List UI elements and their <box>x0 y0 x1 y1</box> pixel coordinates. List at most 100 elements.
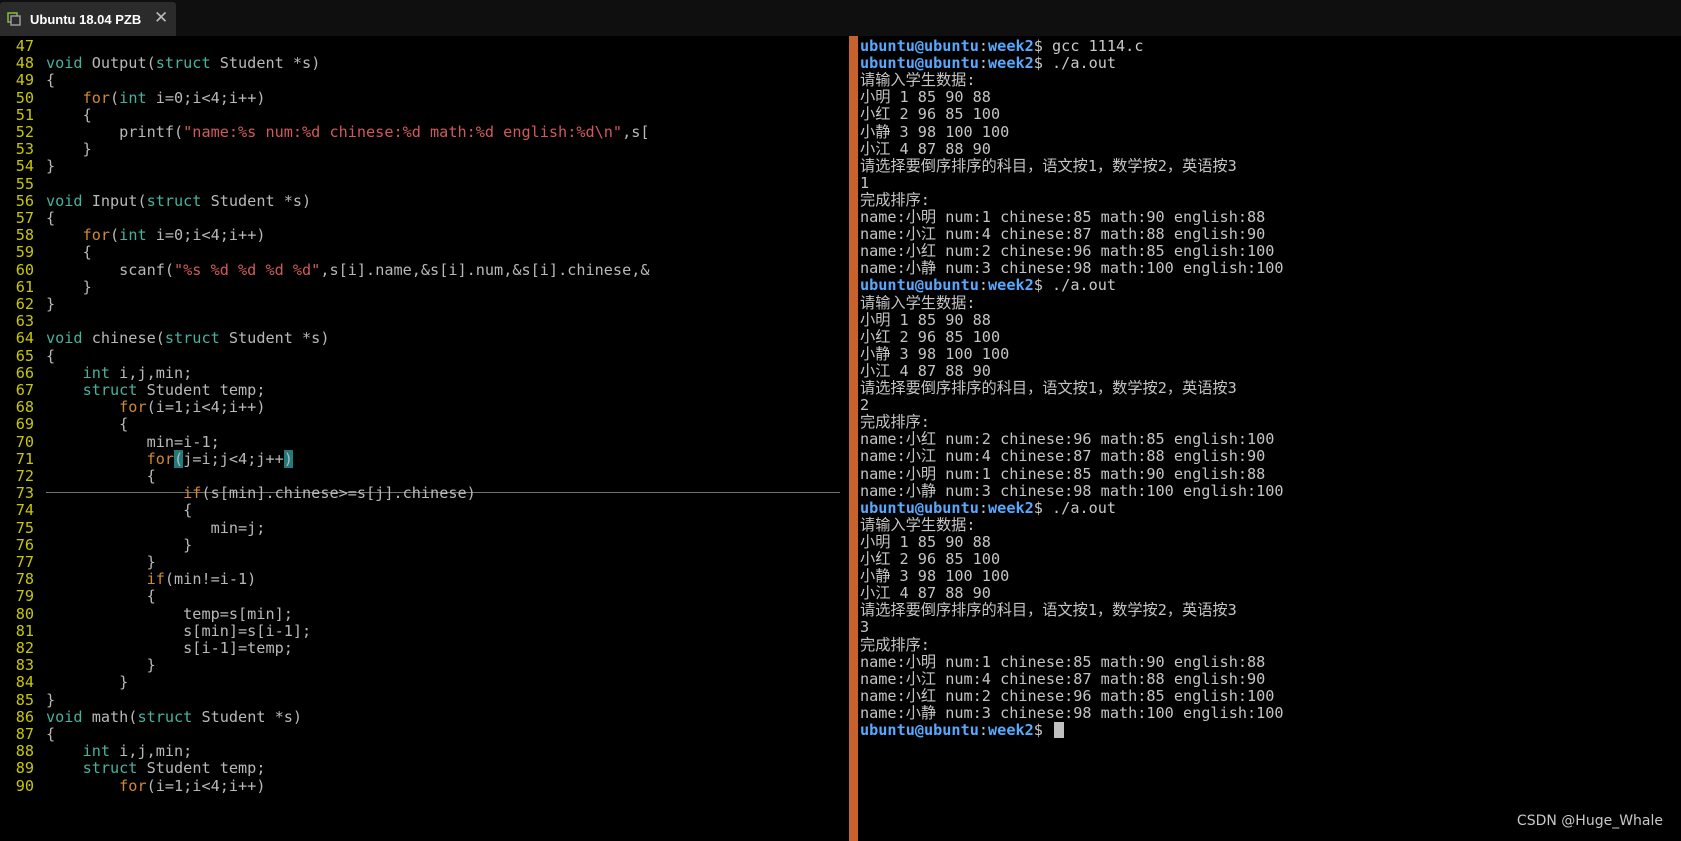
code-line: 52 printf("name:%s num:%d chinese:%d mat… <box>0 123 845 141</box>
code-text: void Input(struct Student *s) <box>46 191 312 210</box>
code-text: } <box>46 673 129 692</box>
code-line: 74 { <box>0 501 845 519</box>
line-number: 86 <box>15 707 34 726</box>
line-number: 62 <box>15 295 34 313</box>
line-number: 90 <box>15 776 34 795</box>
prompt-line: ubuntu@ubuntu:week2$ ./a.out <box>860 54 1117 73</box>
prompt-dir: week2 <box>988 498 1034 517</box>
output-line: name:小红 num:2 chinese:96 math:85 english… <box>860 242 1275 261</box>
output-line: 小静 3 98 100 100 <box>860 122 1010 141</box>
code-text: { <box>46 243 92 262</box>
line-number: 63 <box>15 312 34 331</box>
code-line: 51 { <box>0 106 845 124</box>
line-number: 57 <box>15 209 34 227</box>
output-line: 小明 1 85 90 88 <box>860 310 991 329</box>
line-number: 65 <box>15 346 34 365</box>
line-number: 58 <box>15 226 34 245</box>
output-line: 小红 2 96 85 100 <box>860 550 1001 568</box>
code-text: { <box>46 501 193 520</box>
line-number: 82 <box>15 639 34 657</box>
code-text: } <box>46 690 56 709</box>
pane-separator[interactable] <box>849 36 858 841</box>
code-text: { <box>46 105 92 124</box>
watermark: CSDN @Huge_Whale <box>1516 813 1663 829</box>
code-text: { <box>46 587 156 606</box>
code-text: if(s[min].chinese>=s[j].chinese) <box>183 484 476 503</box>
code-line: 69 { <box>0 415 845 433</box>
output-line: name:小静 num:3 chinese:98 math:100 englis… <box>860 481 1284 500</box>
prompt-dir: week2 <box>988 37 1034 55</box>
prompt-dir: week2 <box>988 54 1034 73</box>
line-number: 70 <box>15 432 34 451</box>
output-line: name:小静 num:3 chinese:98 math:100 englis… <box>860 259 1284 278</box>
code-line: 71 for(j=i;j<4;j++) <box>0 449 845 468</box>
code-line: 58 for(int i=0;i<4;i++) <box>0 226 845 244</box>
code-text: } <box>46 295 56 313</box>
line-number: 61 <box>15 277 34 296</box>
line-number: 80 <box>15 604 34 623</box>
code-text: void Output(struct Student *s) <box>46 54 321 73</box>
output-line: 小静 3 98 100 100 <box>860 567 1010 586</box>
output-line: name:小静 num:3 chinese:98 math:100 englis… <box>860 703 1284 722</box>
code-line: 90 for(i=1;i<4;i++) <box>0 777 845 795</box>
line-number: 88 <box>15 742 34 761</box>
code-line: 56 void Input(struct Student *s) <box>0 192 845 210</box>
line-number: 47 <box>15 37 34 55</box>
line-number: 85 <box>15 690 34 709</box>
code-line: 75 min=j; <box>0 519 845 537</box>
line-number: 78 <box>15 570 34 589</box>
output-line: name:小江 num:4 chinese:87 math:88 english… <box>860 225 1266 244</box>
code-line: 50 for(int i=0;i<4;i++) <box>0 89 845 107</box>
line-number: 71 <box>15 449 34 468</box>
terminal-pane[interactable]: ubuntu@ubuntu:week2$ gcc 1114.c ubuntu@ub… <box>860 36 1681 841</box>
code-text: struct Student temp; <box>82 759 266 778</box>
code-line: 67 struct Student temp; <box>0 381 845 399</box>
output-line: 小明 1 85 90 88 <box>860 532 991 551</box>
vm-tab[interactable]: Ubuntu 18.04 PZB ✕ <box>0 2 176 36</box>
code-text: min=i-1; <box>46 432 220 451</box>
code-text: for(i=1;i<4;i++) <box>119 398 266 417</box>
code-line: 53 } <box>0 140 845 158</box>
line-number: 69 <box>15 415 34 434</box>
code-line: 64 void chinese(struct Student *s) <box>0 329 845 347</box>
prompt-dir: week2 <box>988 276 1034 295</box>
line-number: 56 <box>15 191 34 210</box>
line-number: 55 <box>15 174 34 193</box>
line-number: 83 <box>15 656 34 675</box>
output-line: 完成排序: <box>860 190 930 209</box>
code-line: 57 { <box>0 209 845 227</box>
output-line: 小红 2 96 85 100 <box>860 327 1001 346</box>
code-line: 55 <box>0 175 845 193</box>
code-line: 77 } <box>0 553 845 571</box>
code-text: { <box>46 415 129 434</box>
output-line: 2 <box>860 396 870 415</box>
output-line: 请输入学生数据: <box>860 293 976 312</box>
line-number: 52 <box>15 123 34 141</box>
line-number: 77 <box>15 553 34 571</box>
close-icon[interactable]: ✕ <box>154 8 168 28</box>
code-editor-pane[interactable]: 47 48 void Output(struct Student *s) 49 {50 … <box>0 36 845 841</box>
tab-bar: Ubuntu 18.04 PZB ✕ <box>0 0 1681 36</box>
code-line: 72 { <box>0 467 845 485</box>
code-line: 80 temp=s[min]; <box>0 605 845 623</box>
prompt-line: ubuntu@ubuntu:week2$ <box>860 721 1065 739</box>
prompt-user: ubuntu@ubuntu <box>860 54 979 73</box>
code-text: int i,j,min; <box>82 742 193 761</box>
prompt-user: ubuntu@ubuntu <box>860 721 979 739</box>
code-line: 61 } <box>0 278 845 296</box>
code-text: for(j=i;j<4;j++) <box>146 449 293 468</box>
line-number: 49 <box>15 71 34 90</box>
line-number: 48 <box>15 54 34 73</box>
code-text: s[min]=s[i-1]; <box>46 621 312 640</box>
code-text: printf("name:%s num:%d chinese:%d math:%… <box>46 123 650 141</box>
line-number: 60 <box>15 260 34 279</box>
code-text: } <box>46 157 56 176</box>
line-number: 75 <box>15 518 34 537</box>
code-text: } <box>46 140 92 159</box>
output-line: 小江 4 87 88 90 <box>860 139 991 158</box>
output-line: 请选择要倒序排序的科目，语文按1，数学按2，英语按3 <box>860 156 1237 175</box>
line-number: 53 <box>15 140 34 159</box>
output-line: name:小明 num:1 chinese:85 math:90 english… <box>860 208 1266 226</box>
code-text: struct Student temp; <box>82 381 266 399</box>
output-line: 完成排序: <box>860 413 930 432</box>
